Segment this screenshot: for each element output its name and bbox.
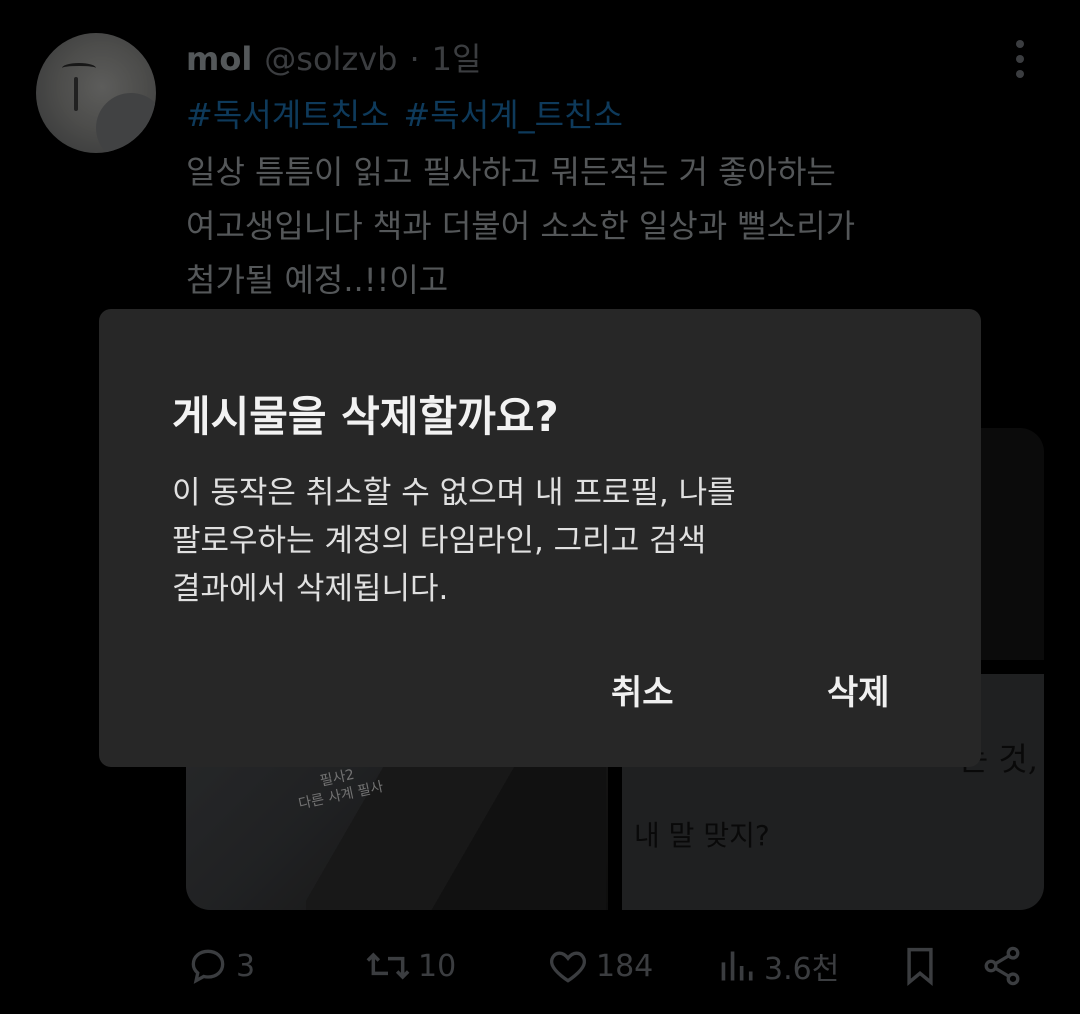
bookmark-icon	[907, 947, 933, 987]
views-button[interactable]: 3.6천	[718, 944, 839, 988]
hashtag-link[interactable]: #독서계트친소	[186, 90, 389, 136]
share-button[interactable]	[980, 944, 1024, 988]
more-options-icon[interactable]	[1012, 40, 1028, 78]
repost-button[interactable]: 10	[364, 944, 456, 988]
analytics-icon	[721, 951, 753, 981]
heart-icon	[550, 951, 586, 983]
share-icon	[984, 946, 1020, 986]
avatar[interactable]	[36, 33, 156, 153]
dialog-message-line: 팔로우하는 계정의 타임라인, 그리고 검색	[172, 523, 707, 559]
bookmark-button[interactable]	[900, 944, 940, 988]
dialog-message-line: 이 동작은 취소할 수 없으며 내 프로필, 나를	[172, 475, 736, 511]
repost-count: 10	[418, 948, 457, 984]
user-handle[interactable]: @solzvb	[264, 40, 397, 78]
dialog-message-line: 결과에서 삭제됩니다.	[172, 571, 449, 607]
display-name[interactable]: mol	[186, 40, 252, 78]
dialog-title: 게시물을 삭제할까요?	[172, 392, 559, 441]
separator: ·	[409, 40, 420, 78]
hashtag-link[interactable]: #독서계_트친소	[403, 90, 622, 136]
dialog-message: 이 동작은 취소할 수 없으며 내 프로필, 나를 팔로우하는 계정의 타임라인…	[172, 469, 872, 613]
tweet-body-line: 첨가될 예정..!!이고	[186, 261, 449, 299]
action-bar: 3 10 184 3.6천	[186, 938, 1026, 994]
cancel-button[interactable]: 취소	[611, 665, 674, 714]
view-count: 3.6천	[764, 952, 840, 987]
delete-post-dialog: 게시물을 삭제할까요? 이 동작은 취소할 수 없으며 내 프로필, 나를 팔로…	[99, 309, 981, 767]
tweet-body-line: 일상 틈틈이 읽고 필사하고 뭐든적는 거 좋아하는	[186, 153, 836, 191]
like-button[interactable]: 184	[546, 944, 653, 988]
hashtags: #독서계트친소 #독서계_트친소	[186, 90, 623, 136]
like-count: 184	[596, 948, 654, 984]
reply-count: 3	[236, 948, 256, 984]
repost-icon	[366, 952, 410, 980]
tweet-header: mol @solzvb · 1일	[186, 34, 481, 78]
image-text: 내 말 맞지?	[634, 819, 770, 852]
delete-button[interactable]: 삭제	[827, 665, 890, 714]
tweet-body: 일상 틈틈이 읽고 필사하고 뭐든적는 거 좋아하는 여고생입니다 책과 더불어…	[186, 145, 976, 307]
timestamp[interactable]: 1일	[432, 34, 482, 80]
tweet-body-line: 여고생입니다 책과 더불어 소소한 일상과 뻘소리가	[186, 207, 856, 245]
reply-icon	[191, 949, 225, 984]
reply-button[interactable]: 3	[186, 944, 255, 988]
